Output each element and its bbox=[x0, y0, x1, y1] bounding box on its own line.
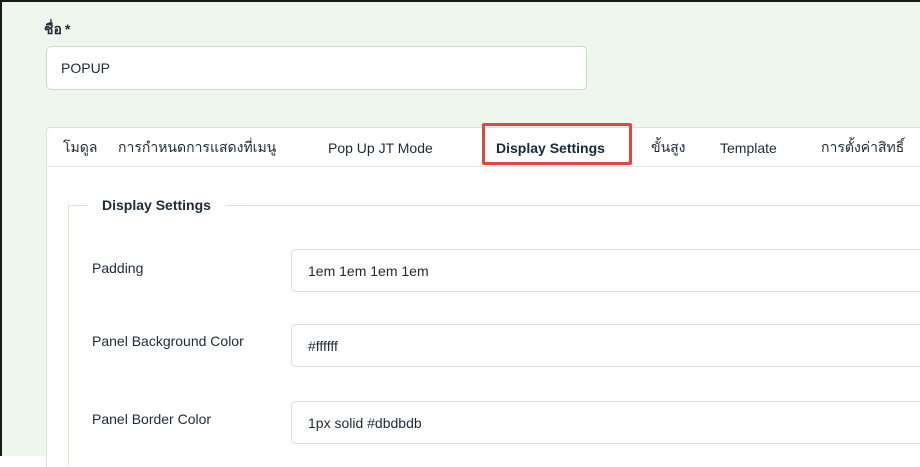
panel-border-color-input[interactable]: 1px solid #dbdbdb bbox=[291, 401, 920, 444]
panel-border-color-label: Panel Border Color bbox=[92, 411, 212, 427]
tab-label: การตั้งค่าสิทธิ์ bbox=[821, 138, 905, 155]
settings-tabs: โมดูล การกำหนดการแสดงที่เมนู Pop Up JT M… bbox=[46, 127, 920, 167]
name-label-text: ชื่อ bbox=[44, 21, 62, 37]
panel-background-color-label: Panel Background Color bbox=[92, 333, 244, 349]
tab-display-settings[interactable]: Display Settings bbox=[480, 128, 621, 166]
tab-template[interactable]: Template bbox=[720, 128, 777, 166]
tab-label: Display Settings bbox=[496, 139, 605, 156]
tab-label: Template bbox=[720, 139, 777, 156]
padding-input[interactable]: 1em 1em 1em 1em bbox=[291, 249, 920, 292]
panel-background-color-value: #ffffff bbox=[308, 337, 338, 354]
tab-label: ขั้นสูง bbox=[651, 138, 686, 155]
name-input-value: POPUP bbox=[61, 60, 111, 76]
tab-label: การกำหนดการแสดงที่เมนู bbox=[118, 138, 277, 155]
padding-input-value: 1em 1em 1em 1em bbox=[308, 262, 429, 279]
required-marker: * bbox=[64, 21, 71, 37]
tab-advanced[interactable]: ขั้นสูง bbox=[651, 128, 686, 166]
tab-label: Pop Up JT Mode bbox=[328, 139, 433, 156]
tab-popup-jt-mode[interactable]: Pop Up JT Mode bbox=[328, 128, 433, 166]
tab-permissions[interactable]: การตั้งค่าสิทธิ์ bbox=[821, 128, 905, 166]
padding-label: Padding bbox=[92, 260, 144, 276]
name-field-label: ชื่อ * bbox=[44, 19, 70, 41]
admin-form-area: ชื่อ * POPUP โมดูล การกำหนดการแสดงที่เมนู… bbox=[0, 0, 920, 467]
tab-label: โมดูล bbox=[63, 138, 98, 155]
panel-background-color-input[interactable]: #ffffff bbox=[291, 324, 920, 367]
display-settings-legend: Display Settings bbox=[88, 197, 225, 213]
tab-menu-assignment[interactable]: การกำหนดการแสดงที่เมนู bbox=[118, 128, 277, 166]
panel-border-color-value: 1px solid #dbdbdb bbox=[308, 414, 422, 431]
tab-module[interactable]: โมดูล bbox=[63, 128, 98, 166]
name-input[interactable]: POPUP bbox=[46, 46, 587, 90]
